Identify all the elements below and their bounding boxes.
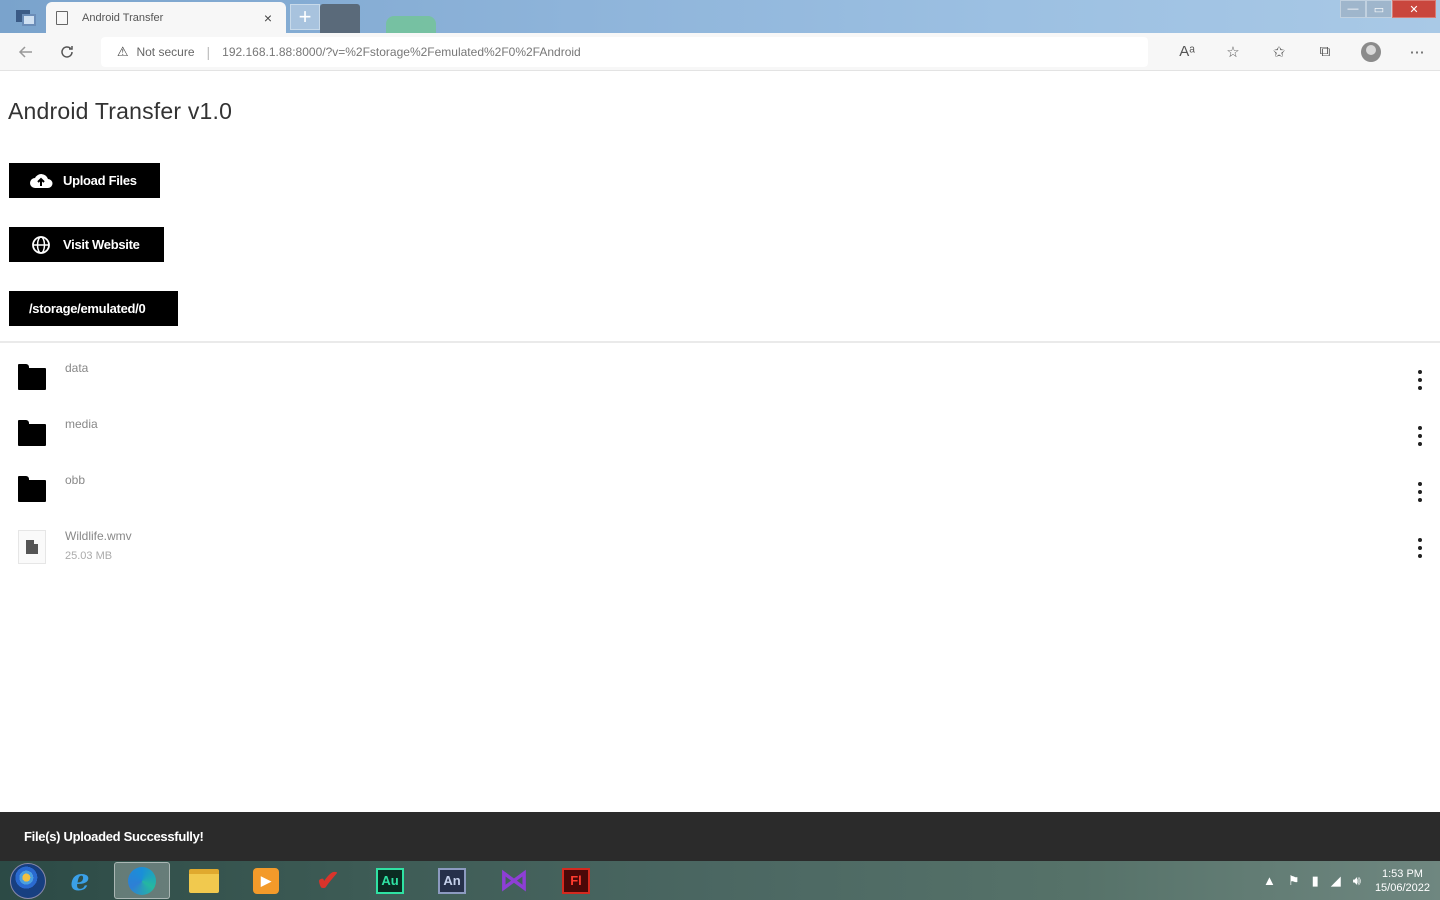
show-hidden-icons-icon[interactable]: ▲	[1263, 873, 1276, 888]
collections-icon[interactable]: ⧉	[1302, 37, 1348, 67]
battery-icon[interactable]: ▮	[1312, 873, 1319, 889]
network-icon[interactable]: ◢	[1331, 873, 1341, 889]
browser-tab-active[interactable]: Android Transfer ×	[46, 2, 286, 33]
flash-icon[interactable]: Fl	[548, 862, 604, 899]
maximize-button[interactable]: ▭	[1366, 0, 1392, 18]
window-app-icon[interactable]	[12, 4, 40, 30]
file-size: 25.03 MB	[65, 550, 113, 562]
visual-studio-icon[interactable]: ⋈	[486, 862, 542, 899]
clock-date: 15/06/2022	[1374, 881, 1430, 894]
background-window-thumbnail	[320, 4, 360, 33]
page-title: Android Transfer v1.0	[8, 98, 233, 124]
folder-icon	[18, 364, 46, 393]
back-arrow-icon[interactable]	[12, 37, 40, 67]
animate-icon[interactable]: An	[424, 862, 480, 899]
more-vert-icon[interactable]	[1414, 538, 1426, 558]
tab-close-icon[interactable]: ×	[260, 10, 276, 26]
profile-avatar[interactable]	[1348, 37, 1394, 67]
read-aloud-icon[interactable]: A͏ᵃ	[1164, 37, 1210, 67]
upload-success-snackbar: File(s) Uploaded Successfully!	[0, 812, 1440, 861]
visit-website-label: Visit Website	[63, 237, 140, 252]
folder-icon	[18, 420, 46, 449]
file-name[interactable]: data	[65, 361, 88, 375]
audition-icon[interactable]: Au	[362, 862, 418, 899]
browser-titlebar: Android Transfer × + — ▭ ✕	[0, 0, 1440, 33]
file-explorer-icon[interactable]	[176, 862, 232, 899]
warning-triangle-icon[interactable]: ⚠	[117, 44, 129, 60]
windows-taskbar: e ▶ ✔ Au An ⋈ Fl ▲ ⚑ ▮ ◢ 🔊︎ 1:53 PM 15/0…	[0, 861, 1440, 900]
edge-icon[interactable]	[114, 862, 170, 899]
minimize-button[interactable]: —	[1340, 0, 1366, 18]
start-orb-icon[interactable]	[10, 862, 46, 899]
media-player-icon[interactable]: ▶	[238, 862, 294, 899]
system-tray: ▲ ⚑ ▮ ◢ 🔊︎ 1:53 PM 15/06/2022	[1251, 861, 1430, 900]
clock-time: 1:53 PM	[1381, 867, 1423, 880]
tab-title: Android Transfer	[82, 11, 164, 24]
file-name[interactable]: Wildlife.wmv	[65, 529, 132, 543]
add-favorite-icon[interactable]: ☆	[1210, 37, 1256, 67]
address-separator: |	[206, 43, 211, 60]
url-text[interactable]: 192.168.1.88:8000/?v=%2Fstorage%2Femulat…	[222, 45, 581, 59]
file-name[interactable]: obb	[65, 473, 85, 487]
browser-toolbar: ⚠ Not secure | 192.168.1.88:8000/?v=%2Fs…	[0, 33, 1440, 71]
system-clock[interactable]: 1:53 PM 15/06/2022	[1375, 867, 1430, 895]
folder-icon	[18, 476, 46, 505]
file-name[interactable]: media	[65, 417, 98, 431]
security-label[interactable]: Not secure	[136, 45, 194, 59]
page-content: Android Transfer v1.0 Upload Files Visit…	[0, 72, 1440, 812]
snackbar-message: File(s) Uploaded Successfully!	[24, 829, 204, 844]
cloud-upload-icon	[29, 172, 53, 190]
background-window-thumbnail	[386, 16, 436, 33]
checkmark-app-icon[interactable]: ✔	[300, 862, 356, 899]
more-options-icon[interactable]: ⋯	[1394, 37, 1440, 67]
volume-icon[interactable]: 🔊︎	[1353, 873, 1361, 889]
list-item[interactable]: media	[0, 408, 1440, 464]
upload-files-label: Upload Files	[63, 173, 137, 188]
address-bar[interactable]: ⚠ Not secure | 192.168.1.88:8000/?v=%2Fs…	[100, 36, 1148, 67]
file-list: data media obb Wildlife.wmv 25.03 MB	[0, 352, 1440, 576]
window-controls: — ▭ ✕	[1340, 0, 1436, 18]
favorites-icon[interactable]: ✩	[1256, 37, 1302, 67]
more-vert-icon[interactable]	[1414, 370, 1426, 390]
more-vert-icon[interactable]	[1414, 426, 1426, 446]
new-tab-button[interactable]: +	[290, 4, 320, 30]
internet-explorer-icon[interactable]: e	[52, 862, 108, 899]
reload-icon[interactable]	[52, 37, 80, 67]
content-divider	[0, 341, 1440, 343]
list-item[interactable]: obb	[0, 464, 1440, 520]
action-center-flag-icon[interactable]: ⚑	[1288, 873, 1300, 889]
close-window-button[interactable]: ✕	[1392, 0, 1436, 18]
list-item[interactable]: data	[0, 352, 1440, 408]
page-icon	[56, 10, 68, 25]
browser-toolbar-icons: A͏ᵃ ☆ ✩ ⧉ ⋯	[1164, 37, 1440, 67]
more-vert-icon[interactable]	[1414, 482, 1426, 502]
visit-website-button[interactable]: Visit Website	[9, 227, 164, 262]
list-item[interactable]: Wildlife.wmv 25.03 MB	[0, 520, 1440, 576]
file-icon	[18, 530, 46, 564]
current-path-button[interactable]: /storage/emulated/0	[9, 291, 178, 326]
globe-icon	[29, 235, 53, 255]
upload-files-button[interactable]: Upload Files	[9, 163, 160, 198]
